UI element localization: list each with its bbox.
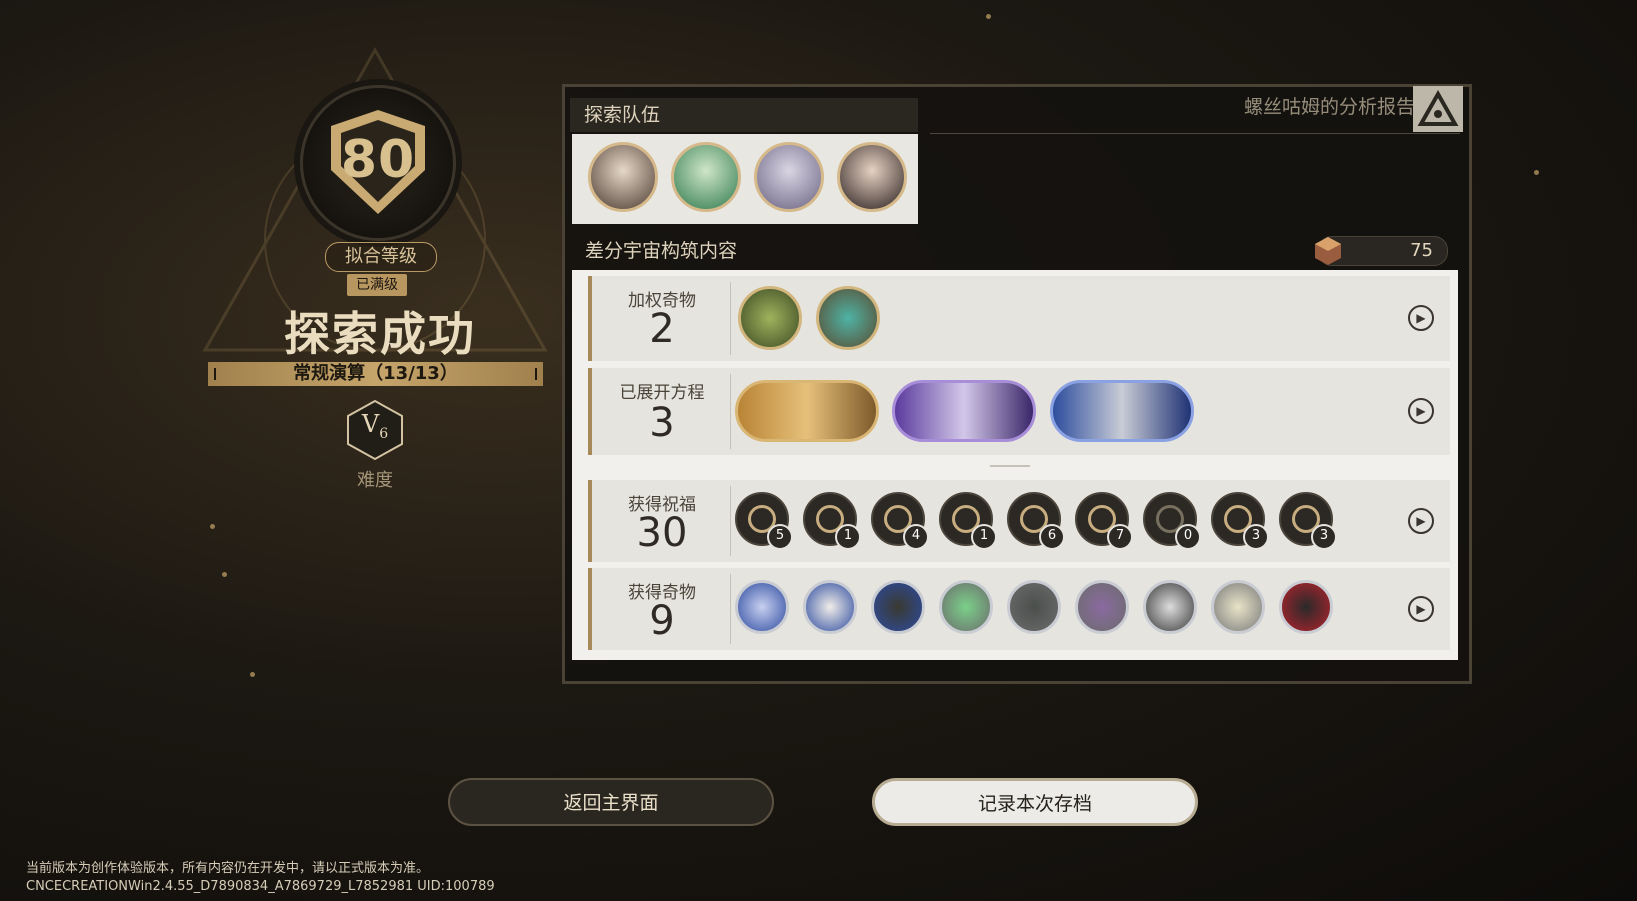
- row-separator: [730, 282, 731, 355]
- triangle-logo-icon[interactable]: [1413, 86, 1463, 132]
- blessing-count: 0: [1175, 524, 1201, 550]
- curio-icon[interactable]: [1007, 580, 1061, 634]
- save-record-button[interactable]: 记录本次存档: [872, 778, 1198, 826]
- bg-sparkle: [210, 524, 215, 529]
- avatar[interactable]: [588, 142, 658, 212]
- row-count: 3: [649, 400, 675, 446]
- sync-level-label: 拟合等级: [325, 242, 437, 272]
- footer-notice: 当前版本为创作体验版本，所有内容仍在开发中，请以正式版本为准。: [26, 861, 430, 876]
- equation-card[interactable]: [892, 380, 1036, 442]
- blessing-count: 1: [971, 524, 997, 550]
- currency-display: 75: [1315, 236, 1448, 266]
- blessing-icon[interactable]: 3: [1211, 492, 1269, 550]
- bg-sparkle: [986, 14, 991, 19]
- blessing-icon[interactable]: 1: [803, 492, 861, 550]
- currency-value: 75: [1410, 240, 1433, 261]
- blessing-icon[interactable]: 3: [1279, 492, 1337, 550]
- difficulty-sub: 6: [379, 425, 389, 442]
- curio-icon[interactable]: [816, 286, 880, 350]
- row-separator: [730, 486, 731, 556]
- row-count: 9: [649, 598, 675, 644]
- maxed-badge: 已满级: [347, 274, 407, 296]
- expand-arrow-icon[interactable]: ▶: [1408, 508, 1434, 534]
- header-divider: [930, 133, 1460, 134]
- row-separator: [730, 574, 731, 644]
- blessing-count: 3: [1311, 524, 1337, 550]
- blessing-count: 4: [903, 524, 929, 550]
- blessing-count: 7: [1107, 524, 1133, 550]
- mode-bar: 常规演算（13/13）: [208, 362, 543, 386]
- row-curios: 获得奇物 9 ▶: [588, 568, 1450, 650]
- team-box: [572, 134, 918, 224]
- curio-icon[interactable]: [738, 286, 802, 350]
- avatar[interactable]: [837, 142, 907, 212]
- equation-card[interactable]: [735, 380, 879, 442]
- curio-icon[interactable]: [1211, 580, 1265, 634]
- version-footer: 当前版本为创作体验版本，所有内容仍在开发中，请以正式版本为准。 CNCECREA…: [26, 860, 495, 896]
- footer-build: CNCECREATIONWin2.4.55_D7890834_A7869729_…: [26, 879, 495, 894]
- curio-icon[interactable]: [1075, 580, 1129, 634]
- curio-icon[interactable]: [1143, 580, 1197, 634]
- row-count: 2: [649, 306, 675, 352]
- bg-sparkle: [250, 672, 255, 677]
- blessing-icon[interactable]: 1: [939, 492, 997, 550]
- team-title: 探索队伍: [570, 98, 918, 132]
- curio-icon[interactable]: [871, 580, 925, 634]
- return-main-button[interactable]: 返回主界面: [448, 778, 774, 826]
- blessing-count: 6: [1039, 524, 1065, 550]
- blessing-icon[interactable]: 6: [1007, 492, 1065, 550]
- result-title: 探索成功: [284, 307, 476, 361]
- curio-icon[interactable]: [939, 580, 993, 634]
- bg-sparkle: [222, 572, 227, 577]
- row-separator: [730, 374, 731, 449]
- curio-icon[interactable]: [803, 580, 857, 634]
- blessing-count: 5: [767, 524, 793, 550]
- expand-arrow-icon[interactable]: ▶: [1408, 305, 1434, 331]
- blessing-count: 1: [835, 524, 861, 550]
- expand-arrow-icon[interactable]: ▶: [1408, 398, 1434, 424]
- row-blessings: 获得祝福 30 5 1 4 1 6 7 0 3 3 ▶: [588, 480, 1450, 562]
- cube-icon: [1315, 237, 1341, 265]
- level-badge: 80: [300, 85, 456, 241]
- difficulty-label: 难度: [357, 470, 393, 491]
- bg-sparkle: [1534, 170, 1539, 175]
- blessing-icon[interactable]: 4: [871, 492, 929, 550]
- curio-icon[interactable]: [1279, 580, 1333, 634]
- blessing-icon[interactable]: 7: [1075, 492, 1133, 550]
- difficulty-letter: V: [361, 410, 380, 438]
- row-equations: 已展开方程 3 ▶: [588, 368, 1450, 455]
- content-title: 差分宇宙构筑内容: [585, 240, 738, 262]
- blessing-count: 3: [1243, 524, 1269, 550]
- level-number: 80: [340, 130, 416, 190]
- report-title: 螺丝咕姆的分析报告: [1243, 96, 1415, 118]
- expand-arrow-icon[interactable]: ▶: [1408, 596, 1434, 622]
- blessing-icon[interactable]: 0: [1143, 492, 1201, 550]
- row-count: 30: [636, 510, 688, 556]
- avatar[interactable]: [754, 142, 824, 212]
- curio-icon[interactable]: [735, 580, 789, 634]
- blessing-icon[interactable]: 5: [735, 492, 793, 550]
- row-divider: [990, 465, 1030, 467]
- avatar[interactable]: [671, 142, 741, 212]
- difficulty-value: V6: [345, 410, 405, 442]
- equation-card[interactable]: [1050, 380, 1194, 442]
- row-weighted-curios: 加权奇物 2 ▶: [588, 276, 1450, 361]
